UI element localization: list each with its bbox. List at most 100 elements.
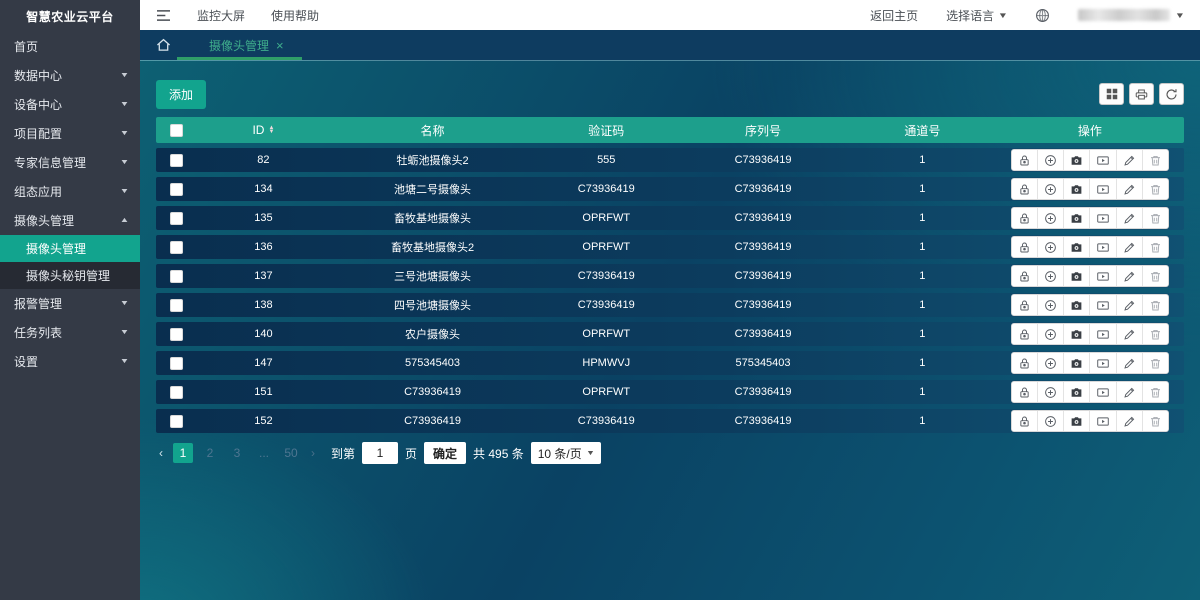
lock-action-button[interactable] [1012, 237, 1037, 257]
topbar-link-使用帮助[interactable]: 使用帮助 [271, 7, 319, 24]
add-circle-action-button[interactable] [1037, 324, 1063, 344]
sidebar-item-报警管理[interactable]: 报警管理▼ [0, 289, 140, 318]
edit-action-button[interactable] [1116, 208, 1142, 228]
sidebar-item-数据中心[interactable]: 数据中心▼ [0, 61, 140, 90]
home-icon[interactable] [156, 38, 171, 52]
edit-action-button[interactable] [1116, 150, 1142, 170]
video-action-button[interactable] [1089, 353, 1115, 373]
delete-action-button[interactable] [1142, 324, 1168, 344]
lock-action-button[interactable] [1012, 411, 1037, 431]
grid-button[interactable] [1099, 83, 1124, 105]
row-checkbox[interactable] [170, 183, 183, 196]
add-circle-action-button[interactable] [1037, 237, 1063, 257]
sidebar-item-摄像头管理[interactable]: 摄像头管理▲ [0, 206, 140, 235]
camera-action-button[interactable] [1063, 295, 1089, 315]
video-action-button[interactable] [1089, 295, 1115, 315]
add-circle-action-button[interactable] [1037, 411, 1063, 431]
edit-action-button[interactable] [1116, 179, 1142, 199]
row-checkbox[interactable] [170, 357, 183, 370]
page-button-3[interactable]: 3 [227, 443, 247, 463]
next-page-arrow[interactable]: › [308, 446, 318, 460]
sidebar-item-项目配置[interactable]: 项目配置▼ [0, 119, 140, 148]
add-circle-action-button[interactable] [1037, 150, 1063, 170]
add-circle-action-button[interactable] [1037, 382, 1063, 402]
lock-action-button[interactable] [1012, 150, 1037, 170]
edit-action-button[interactable] [1116, 295, 1142, 315]
delete-action-button[interactable] [1142, 411, 1168, 431]
video-action-button[interactable] [1089, 208, 1115, 228]
refresh-button[interactable] [1159, 83, 1184, 105]
lock-action-button[interactable] [1012, 353, 1037, 373]
sidebar-item-组态应用[interactable]: 组态应用▼ [0, 177, 140, 206]
row-checkbox[interactable] [170, 386, 183, 399]
edit-action-button[interactable] [1116, 353, 1142, 373]
lock-action-button[interactable] [1012, 179, 1037, 199]
camera-action-button[interactable] [1063, 382, 1089, 402]
row-checkbox[interactable] [170, 154, 183, 167]
add-circle-action-button[interactable] [1037, 179, 1063, 199]
page-button-1[interactable]: 1 [173, 443, 193, 463]
row-checkbox[interactable] [170, 270, 183, 283]
row-checkbox[interactable] [170, 328, 183, 341]
confirm-button[interactable]: 确定 [424, 442, 466, 464]
camera-action-button[interactable] [1063, 411, 1089, 431]
edit-action-button[interactable] [1116, 324, 1142, 344]
camera-action-button[interactable] [1063, 324, 1089, 344]
sidebar-item-设置[interactable]: 设置▼ [0, 347, 140, 376]
goto-page-input[interactable] [362, 442, 398, 464]
edit-action-button[interactable] [1116, 266, 1142, 286]
video-action-button[interactable] [1089, 266, 1115, 286]
camera-action-button[interactable] [1063, 237, 1089, 257]
video-action-button[interactable] [1089, 150, 1115, 170]
close-icon[interactable]: × [276, 39, 284, 52]
camera-action-button[interactable] [1063, 353, 1089, 373]
video-action-button[interactable] [1089, 237, 1115, 257]
palette-icon[interactable] [1035, 8, 1050, 23]
row-checkbox[interactable] [170, 241, 183, 254]
camera-action-button[interactable] [1063, 266, 1089, 286]
user-menu[interactable]: ▼ [1078, 9, 1184, 21]
lock-action-button[interactable] [1012, 295, 1037, 315]
lock-action-button[interactable] [1012, 382, 1037, 402]
delete-action-button[interactable] [1142, 295, 1168, 315]
video-action-button[interactable] [1089, 324, 1115, 344]
lock-action-button[interactable] [1012, 266, 1037, 286]
select-all-checkbox[interactable] [170, 124, 183, 137]
return-home-link[interactable]: 返回主页 [870, 7, 918, 24]
delete-action-button[interactable] [1142, 382, 1168, 402]
delete-action-button[interactable] [1142, 150, 1168, 170]
lock-action-button[interactable] [1012, 324, 1037, 344]
sidebar-item-任务列表[interactable]: 任务列表▼ [0, 318, 140, 347]
sidebar-item-设备中心[interactable]: 设备中心▼ [0, 90, 140, 119]
camera-action-button[interactable] [1063, 208, 1089, 228]
add-circle-action-button[interactable] [1037, 295, 1063, 315]
video-action-button[interactable] [1089, 411, 1115, 431]
add-button[interactable]: 添加 [156, 80, 206, 109]
edit-action-button[interactable] [1116, 382, 1142, 402]
row-checkbox[interactable] [170, 212, 183, 225]
add-circle-action-button[interactable] [1037, 266, 1063, 286]
lock-action-button[interactable] [1012, 208, 1037, 228]
tab-camera-management[interactable]: 摄像头管理 × [205, 30, 288, 60]
sidebar-collapse-icon[interactable] [156, 9, 171, 22]
sidebar-item-首页[interactable]: 首页 [0, 32, 140, 61]
print-button[interactable] [1129, 83, 1154, 105]
sidebar-item-专家信息管理[interactable]: 专家信息管理▼ [0, 148, 140, 177]
delete-action-button[interactable] [1142, 208, 1168, 228]
camera-action-button[interactable] [1063, 150, 1089, 170]
sidebar-subitem-摄像头秘钥管理[interactable]: 摄像头秘钥管理 [0, 262, 140, 289]
topbar-link-监控大屏[interactable]: 监控大屏 [197, 7, 245, 24]
language-selector[interactable]: 选择语言 ▼ [946, 7, 1007, 24]
delete-action-button[interactable] [1142, 237, 1168, 257]
delete-action-button[interactable] [1142, 179, 1168, 199]
sidebar-subitem-摄像头管理[interactable]: 摄像头管理 [0, 235, 140, 262]
add-circle-action-button[interactable] [1037, 208, 1063, 228]
page-button-50[interactable]: 50 [281, 443, 301, 463]
camera-action-button[interactable] [1063, 179, 1089, 199]
delete-action-button[interactable] [1142, 353, 1168, 373]
prev-page-arrow[interactable]: ‹ [156, 446, 166, 460]
row-checkbox[interactable] [170, 299, 183, 312]
edit-action-button[interactable] [1116, 411, 1142, 431]
sort-icon[interactable]: ▲▼ [268, 126, 274, 135]
page-size-select[interactable]: 10 条/页 ▼ [531, 442, 601, 464]
